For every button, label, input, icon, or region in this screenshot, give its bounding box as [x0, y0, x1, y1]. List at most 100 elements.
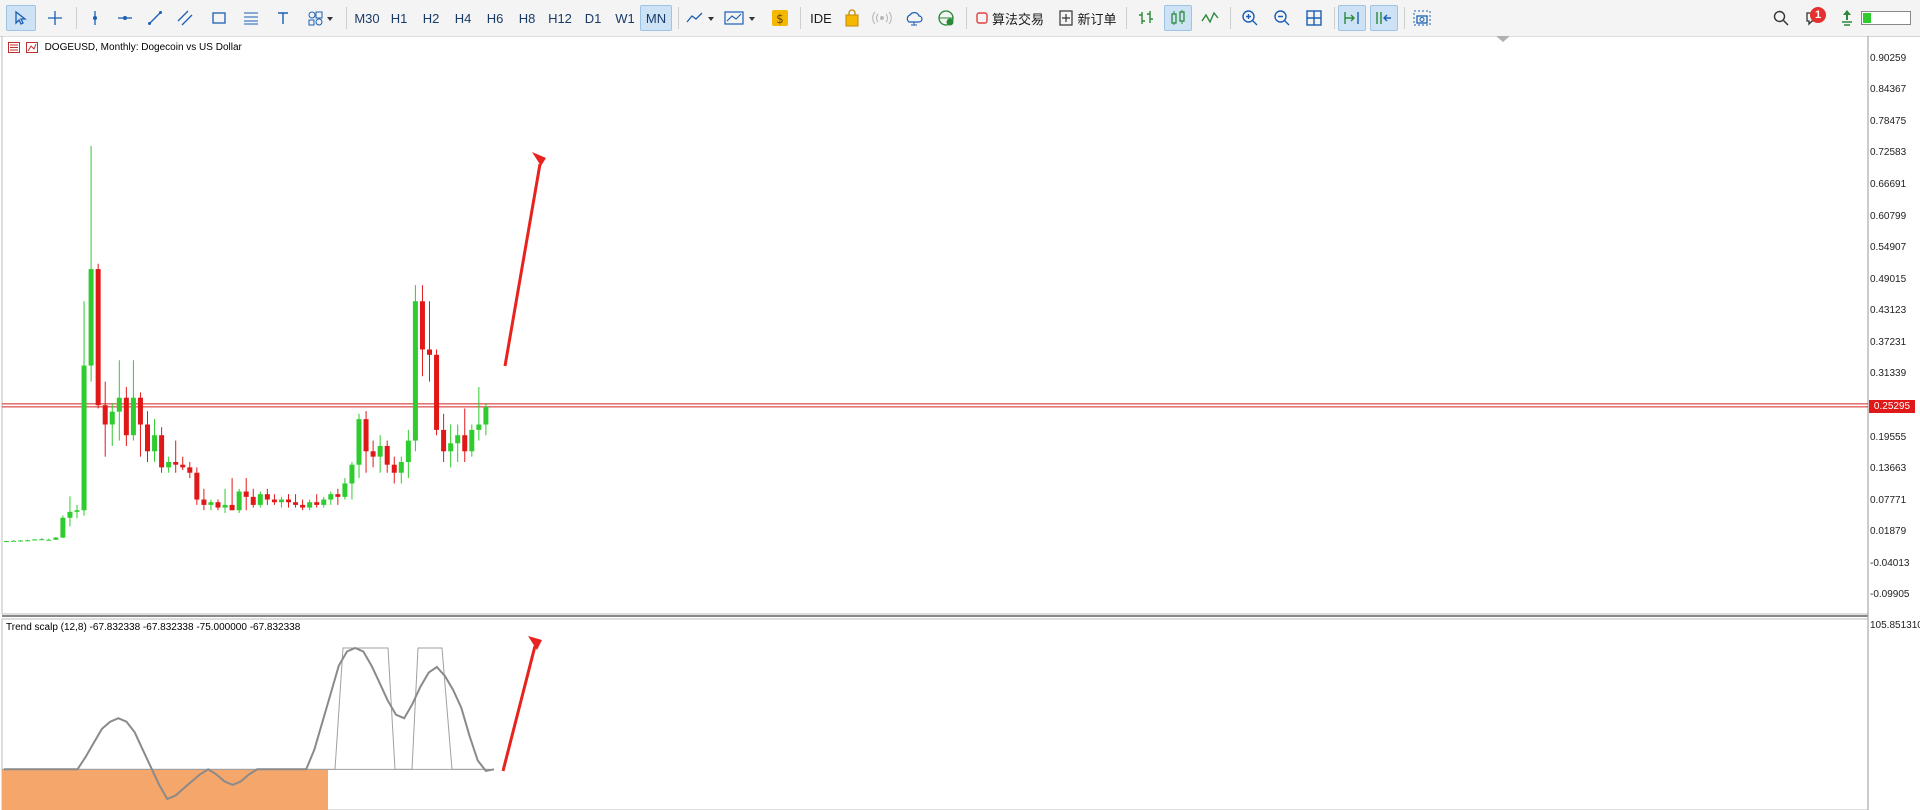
- candle-body: [349, 464, 355, 484]
- candle-body: [25, 540, 31, 542]
- candle-body: [469, 429, 475, 452]
- candlestick-chart-icon[interactable]: [1164, 5, 1192, 31]
- candle-body: [356, 419, 362, 465]
- timeframe-mn[interactable]: MN: [640, 5, 672, 31]
- current-price-tag: 0.25295: [1869, 399, 1915, 413]
- horizontal-line-icon[interactable]: [112, 5, 138, 31]
- symbol-title: DOGEUSD, Monthly: Dogecoin vs US Dollar: [44, 42, 242, 53]
- candle-body: [342, 483, 348, 497]
- zoom-in-icon[interactable]: [1236, 5, 1264, 31]
- indicator-top-value: 105.851310: [1870, 620, 1920, 631]
- select-cursor-icon[interactable]: [6, 5, 36, 31]
- candle-body: [321, 499, 327, 505]
- timeframe-h4[interactable]: H4: [448, 5, 478, 31]
- timeframe-h1[interactable]: H1: [384, 5, 414, 31]
- candle-body: [483, 406, 489, 425]
- timeframe-h8[interactable]: H8: [512, 5, 542, 31]
- vps-network-icon[interactable]: [932, 5, 960, 31]
- candle-body: [335, 494, 341, 497]
- search-icon[interactable]: [1768, 5, 1794, 31]
- candle-body: [278, 499, 284, 503]
- connection-status-icon[interactable]: [1836, 5, 1858, 31]
- candle-body: [39, 539, 45, 541]
- shapes-menu-icon[interactable]: [302, 5, 340, 31]
- candle-body: [300, 504, 306, 508]
- candle-body: [434, 354, 440, 430]
- candle-body: [109, 411, 115, 425]
- candle-body: [67, 511, 73, 518]
- candle-body: [81, 365, 87, 511]
- algo-trading-stop-icon: [976, 12, 988, 24]
- chart-type-menu-icon[interactable]: [684, 5, 718, 31]
- candle-body: [180, 464, 186, 468]
- candle-body: [257, 494, 263, 505]
- crosshair-icon[interactable]: [40, 5, 70, 31]
- candle-body: [412, 301, 418, 441]
- fibonacci-icon[interactable]: [238, 5, 264, 31]
- candle-body: [448, 443, 454, 452]
- price-tick-label: 0.78475: [1870, 115, 1907, 127]
- zoom-out-icon[interactable]: [1268, 5, 1296, 31]
- line-chart-icon[interactable]: [1196, 5, 1224, 31]
- candle-body: [166, 462, 172, 468]
- text-tool-icon[interactable]: [270, 5, 296, 31]
- price-tick-label: 0.90259: [1870, 52, 1907, 64]
- candle-body: [307, 502, 313, 508]
- vertical-line-icon[interactable]: [82, 5, 108, 31]
- candle-body: [314, 502, 320, 505]
- price-chart[interactable]: [0, 36, 1920, 810]
- price-tick-label: 0.07771: [1870, 494, 1907, 506]
- tile-windows-icon[interactable]: [1300, 5, 1328, 31]
- timeframe-m30[interactable]: M30: [352, 5, 382, 31]
- price-tick-label: 0.66691: [1870, 178, 1907, 190]
- price-tick-label: 0.54907: [1870, 242, 1907, 254]
- candle-body: [264, 494, 270, 500]
- candle-body: [159, 435, 165, 468]
- timeframe-h2[interactable]: H2: [416, 5, 446, 31]
- chart-shift-icon[interactable]: [1370, 5, 1398, 31]
- shopping-bag-icon[interactable]: [838, 5, 866, 31]
- indicator-fill-area: [2, 769, 328, 810]
- candle-body: [4, 541, 9, 543]
- chart-menu-icon: [8, 42, 20, 53]
- candle-body: [152, 435, 158, 452]
- new-order-button[interactable]: 新订单: [1056, 5, 1120, 31]
- candle-body: [384, 445, 390, 465]
- ide-button[interactable]: IDE: [806, 5, 836, 31]
- candle-body: [130, 397, 136, 436]
- rectangle-icon[interactable]: [206, 5, 232, 31]
- auto-scroll-icon[interactable]: [1338, 5, 1366, 31]
- candle-body: [455, 435, 461, 444]
- candle-body: [363, 419, 369, 452]
- timeframe-h12[interactable]: H12: [544, 5, 576, 31]
- trendline-icon[interactable]: [142, 5, 168, 31]
- candle-body: [377, 445, 383, 457]
- price-tick-label: 0.31339: [1870, 368, 1907, 380]
- candle-body: [53, 537, 59, 540]
- timeframe-d1[interactable]: D1: [578, 5, 608, 31]
- screenshot-camera-icon[interactable]: [1408, 5, 1436, 31]
- candle-body: [419, 301, 425, 350]
- candle-body: [236, 491, 242, 511]
- candle-body: [11, 540, 17, 542]
- cloud-icon[interactable]: [900, 5, 928, 31]
- candle-body: [271, 499, 277, 503]
- signal-broadcast-icon[interactable]: [868, 5, 896, 31]
- candle-body: [286, 499, 291, 503]
- indicators-menu-icon[interactable]: [722, 5, 760, 31]
- candle-body: [222, 504, 228, 508]
- market-dollar-icon[interactable]: $: [766, 5, 794, 31]
- candle-body: [391, 464, 397, 473]
- bar-chart-icon[interactable]: [1132, 5, 1160, 31]
- timeframe-h6[interactable]: H6: [480, 5, 510, 31]
- price-tick-label: 0.01879: [1870, 526, 1907, 538]
- candle-body: [95, 269, 101, 406]
- channel-icon[interactable]: [172, 5, 198, 31]
- candle-body: [60, 517, 66, 538]
- candle-body: [145, 424, 150, 452]
- chart-area[interactable]: DOGEUSD, Monthly: Dogecoin vs US Dollar …: [0, 36, 1920, 810]
- algo-trading-button[interactable]: 算法交易: [972, 5, 1048, 31]
- price-tick-label: 0.49015: [1870, 273, 1907, 285]
- candle-body: [137, 397, 143, 425]
- timeframe-w1[interactable]: W1: [610, 5, 640, 31]
